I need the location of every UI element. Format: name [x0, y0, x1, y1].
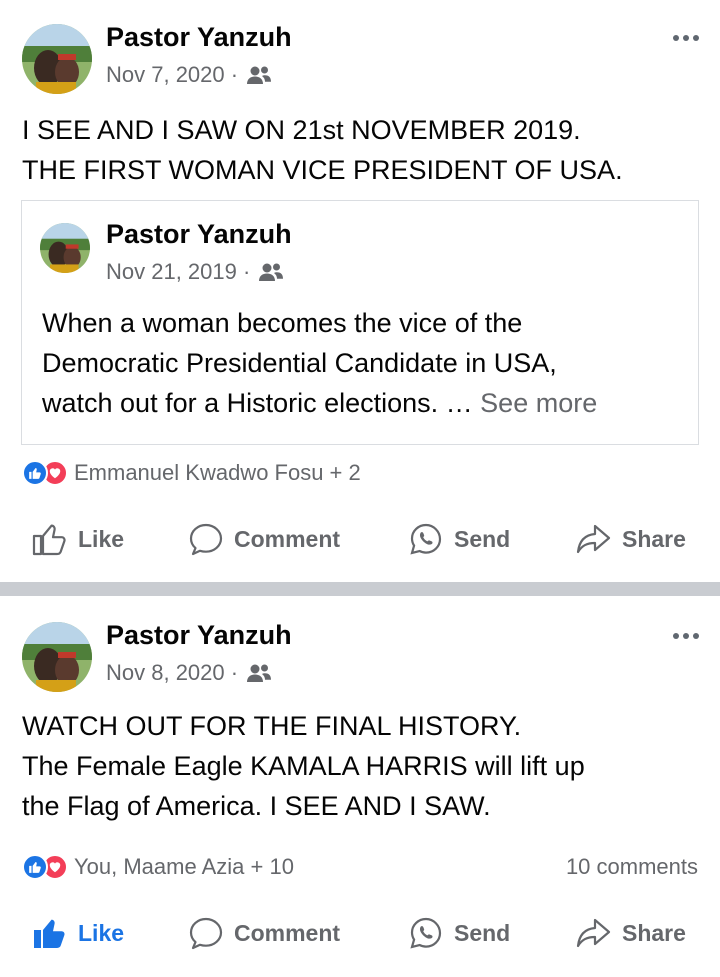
author-name[interactable]: Pastor Yanzuh	[106, 22, 292, 53]
post-date[interactable]: Nov 7, 2020 ·	[106, 62, 238, 88]
whatsapp-icon	[410, 917, 442, 949]
send-button[interactable]: Send	[408, 908, 510, 958]
comment-label: Comment	[234, 919, 341, 946]
thumbs-up-icon	[32, 524, 66, 556]
see-more-link[interactable]: See more	[480, 388, 597, 418]
post: Pastor Yanzuh Nov 7, 2020 · I SEE AND I …	[0, 0, 720, 582]
post-text-line: The Female Eagle KAMALA HARRIS will lift…	[22, 751, 585, 781]
shared-post-date[interactable]: Nov 21, 2019 ·	[106, 259, 250, 285]
friends-icon	[258, 262, 284, 282]
more-options-button[interactable]	[666, 26, 706, 50]
post-date[interactable]: Nov 8, 2020 ·	[106, 660, 238, 686]
author-name[interactable]: Pastor Yanzuh	[106, 620, 292, 651]
shared-author-avatar[interactable]	[40, 223, 90, 273]
thumbs-up-filled-icon	[34, 919, 65, 948]
post: Pastor Yanzuh Nov 8, 2020 · WATCH OUT FO…	[0, 596, 720, 977]
author-avatar[interactable]	[22, 622, 92, 692]
send-label: Send	[454, 525, 511, 552]
comment-icon	[189, 523, 223, 556]
post-text: WATCH OUT FOR THE FINAL HISTORY. The Fem…	[22, 706, 585, 826]
post-text-line: WATCH OUT FOR THE FINAL HISTORY.	[22, 711, 522, 741]
post-text-line: THE FIRST WOMAN VICE PRESIDENT OF USA.	[22, 155, 623, 185]
shared-text-line: watch out for a Historic elections. … Se…	[42, 383, 597, 423]
post-meta: Nov 8, 2020 ·	[106, 660, 272, 686]
post-actions: Like Comment Send Share	[0, 908, 720, 958]
like-label: Like	[78, 525, 125, 552]
post-text-line: I SEE AND I SAW ON 21st NOVEMBER 2019.	[22, 115, 581, 145]
share-label: Share	[622, 919, 686, 946]
friends-icon	[246, 663, 272, 683]
shared-post-text: When a woman becomes the vice of the Dem…	[42, 303, 597, 423]
comment-button[interactable]: Comment	[188, 514, 340, 564]
like-reaction-icon	[22, 460, 48, 486]
share-button[interactable]: Share	[574, 908, 686, 958]
post-text: I SEE AND I SAW ON 21st NOVEMBER 2019. T…	[22, 110, 623, 190]
share-icon	[576, 524, 611, 554]
share-icon	[576, 918, 611, 948]
comment-label: Comment	[234, 525, 341, 552]
shared-text-fragment: watch out for a Historic elections. …	[42, 388, 481, 418]
reaction-names: Emmanuel Kwadwo Fosu + 2	[74, 460, 361, 485]
more-options-button[interactable]	[666, 624, 706, 648]
post-actions: Like Comment Send Share	[0, 514, 720, 564]
post-text-line: the Flag of America. I SEE AND I SAW.	[22, 791, 491, 821]
post-meta: Nov 7, 2020 ·	[106, 62, 272, 88]
shared-post-meta: Nov 21, 2019 ·	[106, 259, 284, 285]
send-button[interactable]: Send	[408, 514, 510, 564]
reactions-summary[interactable]: You, Maame Azia + 10	[22, 854, 294, 880]
comment-icon	[189, 917, 223, 950]
reactions-summary[interactable]: Emmanuel Kwadwo Fosu + 2	[22, 460, 361, 486]
friends-icon	[246, 65, 272, 85]
shared-text-line: When a woman becomes the vice of the	[42, 308, 523, 338]
like-label: Like	[78, 919, 125, 946]
shared-author-name[interactable]: Pastor Yanzuh	[106, 219, 292, 250]
comment-button[interactable]: Comment	[188, 908, 340, 958]
share-button[interactable]: Share	[574, 514, 686, 564]
comments-count[interactable]: 10 comments	[566, 854, 698, 880]
like-reaction-icon	[22, 854, 48, 880]
send-label: Send	[454, 919, 511, 946]
feed-divider	[0, 582, 720, 596]
whatsapp-icon	[410, 523, 442, 555]
shared-text-line: Democratic Presidential Candidate in USA…	[42, 348, 557, 378]
author-avatar[interactable]	[22, 24, 92, 94]
like-button[interactable]: Like	[32, 908, 124, 958]
like-button[interactable]: Like	[32, 514, 124, 564]
reaction-names: You, Maame Azia + 10	[74, 854, 294, 879]
share-label: Share	[622, 525, 686, 552]
shared-post[interactable]: Pastor Yanzuh Nov 21, 2019 · When a woma…	[21, 200, 699, 445]
